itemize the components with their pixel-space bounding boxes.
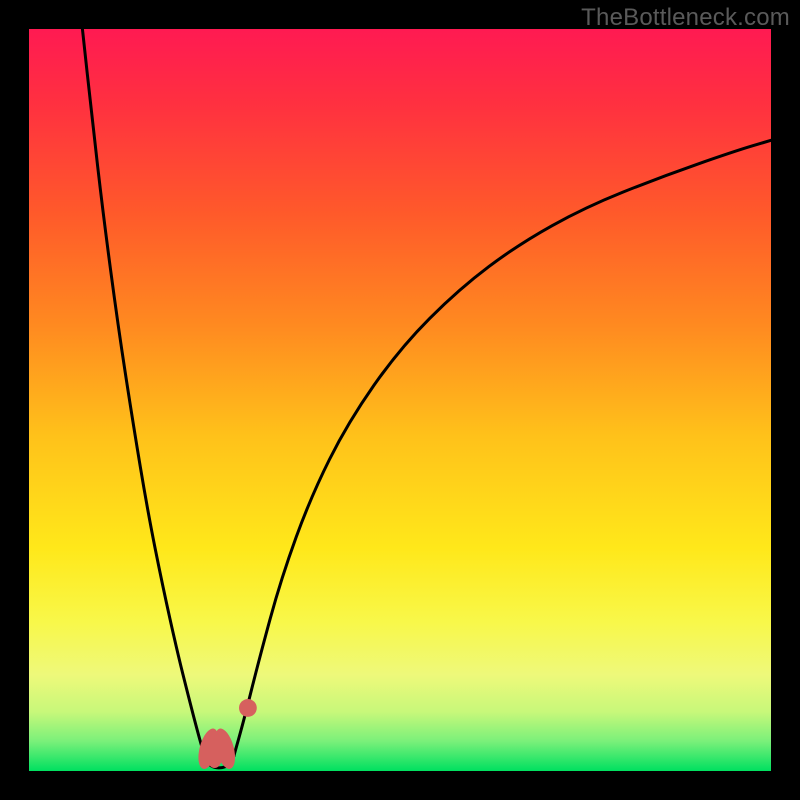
chart-svg <box>29 29 771 771</box>
chart-background <box>29 29 771 771</box>
chart-frame: TheBottleneck.com <box>0 0 800 800</box>
watermark-text: TheBottleneck.com <box>581 4 790 32</box>
chart-plot-area <box>29 29 771 771</box>
marker-dot <box>239 699 257 717</box>
